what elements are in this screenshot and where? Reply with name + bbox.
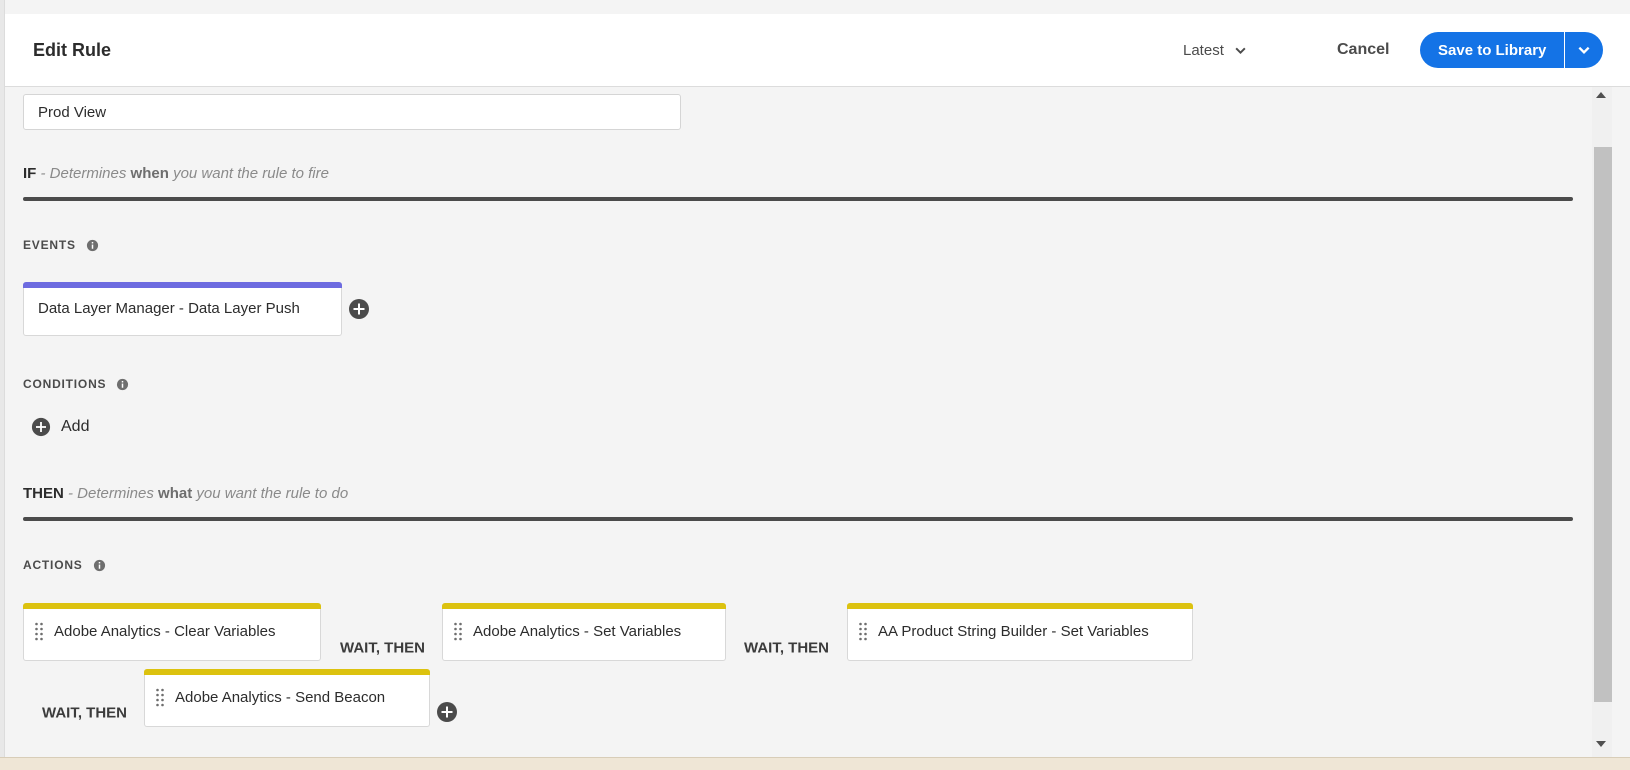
drag-handle-icon[interactable] <box>155 687 165 709</box>
page-title: Edit Rule <box>33 40 112 60</box>
save-button-group: Save to Library <box>1420 32 1604 68</box>
chevron-down-icon <box>1578 46 1590 54</box>
action-card[interactable]: Adobe Analytics - Set Variables <box>442 603 726 661</box>
actions-label: ACTIONS <box>23 558 106 572</box>
version-dropdown[interactable]: Latest <box>1183 42 1247 59</box>
action-card-label: Adobe Analytics - Set Variables <box>473 623 682 640</box>
info-icon[interactable] <box>93 559 106 572</box>
rule-editor-content: IF - Determines when you want the rule t… <box>5 87 1590 757</box>
rule-name-input[interactable] <box>23 94 681 130</box>
wait-then-connector: WAIT, THEN <box>744 639 829 657</box>
then-desc-emph: what <box>158 485 193 502</box>
drag-handle-icon[interactable] <box>858 621 868 643</box>
add-action-plus-icon[interactable] <box>436 701 458 723</box>
drag-handle-icon[interactable] <box>34 621 44 643</box>
then-desc-suffix: you want the rule to do <box>196 485 349 502</box>
event-card-color-bar <box>23 282 342 288</box>
events-label: EVENTS <box>23 238 99 252</box>
wait-then-connector: WAIT, THEN <box>340 639 425 657</box>
then-keyword: THEN <box>23 485 64 502</box>
then-desc-prefix: - Determines <box>68 485 154 502</box>
os-taskbar-edge <box>0 757 1630 770</box>
if-divider <box>23 197 1573 201</box>
chevron-down-icon <box>1235 47 1246 55</box>
if-section-heading: IF - Determines when you want the rule t… <box>23 165 329 182</box>
if-desc-prefix: - Determines <box>40 165 127 182</box>
cancel-button[interactable]: Cancel <box>1337 41 1389 59</box>
action-card-color-bar <box>23 603 321 609</box>
add-event-plus-icon[interactable] <box>348 298 370 320</box>
info-icon[interactable] <box>116 378 129 391</box>
window-top-strip <box>0 0 1630 15</box>
actions-label-text: ACTIONS <box>23 558 83 572</box>
then-divider <box>23 517 1573 521</box>
then-section-heading: THEN - Determines what you want the rule… <box>23 485 348 502</box>
action-card-color-bar <box>442 603 726 609</box>
add-condition-label: Add <box>61 418 90 435</box>
version-label: Latest <box>1183 42 1224 59</box>
wait-then-connector: WAIT, THEN <box>42 704 127 722</box>
action-card-label: AA Product String Builder - Set Variable… <box>878 623 1149 640</box>
scroll-up-arrow-icon[interactable] <box>1596 92 1606 98</box>
conditions-label: CONDITIONS <box>23 377 129 391</box>
action-card[interactable]: Adobe Analytics - Clear Variables <box>23 603 321 661</box>
action-card[interactable]: AA Product String Builder - Set Variable… <box>847 603 1193 661</box>
scrollbar-thumb[interactable] <box>1594 147 1612 702</box>
action-card-label: Adobe Analytics - Send Beacon <box>175 689 386 706</box>
add-condition-button[interactable]: Add <box>31 417 89 437</box>
scroll-down-arrow-icon[interactable] <box>1596 741 1606 747</box>
conditions-label-text: CONDITIONS <box>23 377 107 391</box>
save-options-dropdown[interactable] <box>1565 32 1604 68</box>
event-card[interactable]: Data Layer Manager - Data Layer Push <box>23 282 342 336</box>
save-to-library-button[interactable]: Save to Library <box>1420 32 1566 68</box>
if-keyword: IF <box>23 165 37 182</box>
action-card-color-bar <box>144 669 430 675</box>
plus-circle-icon <box>31 417 51 437</box>
info-icon[interactable] <box>86 239 99 252</box>
action-card-color-bar <box>847 603 1193 609</box>
events-label-text: EVENTS <box>23 238 76 252</box>
if-desc-suffix: you want the rule to fire <box>173 165 329 182</box>
event-card-label: Data Layer Manager - Data Layer Push <box>38 300 300 317</box>
if-desc-emph: when <box>130 165 169 182</box>
action-card-label: Adobe Analytics - Clear Variables <box>54 623 276 640</box>
edit-rule-header: Edit Rule Latest Cancel Save to Library <box>5 14 1630 87</box>
drag-handle-icon[interactable] <box>453 621 463 643</box>
action-card[interactable]: Adobe Analytics - Send Beacon <box>144 669 430 727</box>
